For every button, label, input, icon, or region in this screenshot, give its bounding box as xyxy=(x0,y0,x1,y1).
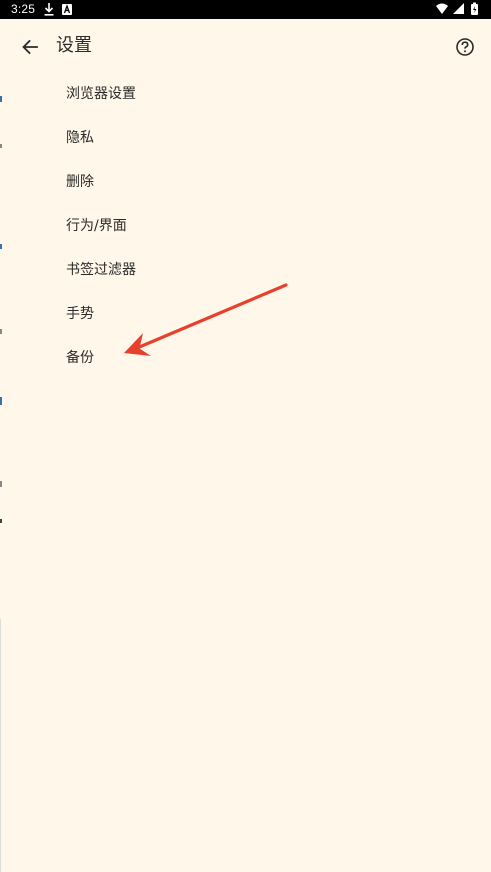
settings-item-delete[interactable]: 删除 xyxy=(0,160,491,204)
status-time: 3:25 xyxy=(11,2,36,16)
battery-icon xyxy=(471,2,478,15)
help-circle-icon xyxy=(456,38,474,56)
settings-item-backup[interactable]: 备份 xyxy=(0,336,491,380)
settings-item-label: 备份 xyxy=(66,350,94,366)
signal-icon xyxy=(453,3,464,14)
download-icon xyxy=(44,3,54,16)
arrow-left-icon xyxy=(22,39,38,55)
settings-item-label: 浏览器设置 xyxy=(66,86,136,102)
settings-item-label: 行为/界面 xyxy=(66,218,127,234)
settings-item-behavior-ui[interactable]: 行为/界面 xyxy=(0,204,491,248)
help-button[interactable] xyxy=(450,32,480,62)
app-bar: 设置 xyxy=(0,19,491,74)
a-notification-icon xyxy=(62,4,72,15)
settings-item-privacy[interactable]: 隐私 xyxy=(0,116,491,160)
settings-item-bookmark-filter[interactable]: 书签过滤器 xyxy=(0,248,491,292)
system-status-icons xyxy=(436,2,478,15)
wifi-icon xyxy=(436,3,448,14)
settings-item-label: 隐私 xyxy=(66,130,94,146)
settings-list: 浏览器设置 隐私 删除 行为/界面 书签过滤器 手势 备份 xyxy=(0,72,491,380)
settings-screen: 3:25 设置 浏览器设置 隐私 删除 行为/界面 书签过滤器 手势 备份 xyxy=(0,0,491,872)
settings-item-label: 删除 xyxy=(66,174,94,190)
settings-item-browser[interactable]: 浏览器设置 xyxy=(0,72,491,116)
page-title: 设置 xyxy=(56,35,92,56)
settings-item-gestures[interactable]: 手势 xyxy=(0,292,491,336)
settings-item-label: 书签过滤器 xyxy=(66,262,136,278)
back-button[interactable] xyxy=(13,30,47,64)
status-bar: 3:25 xyxy=(0,0,491,19)
settings-item-label: 手势 xyxy=(66,306,94,322)
